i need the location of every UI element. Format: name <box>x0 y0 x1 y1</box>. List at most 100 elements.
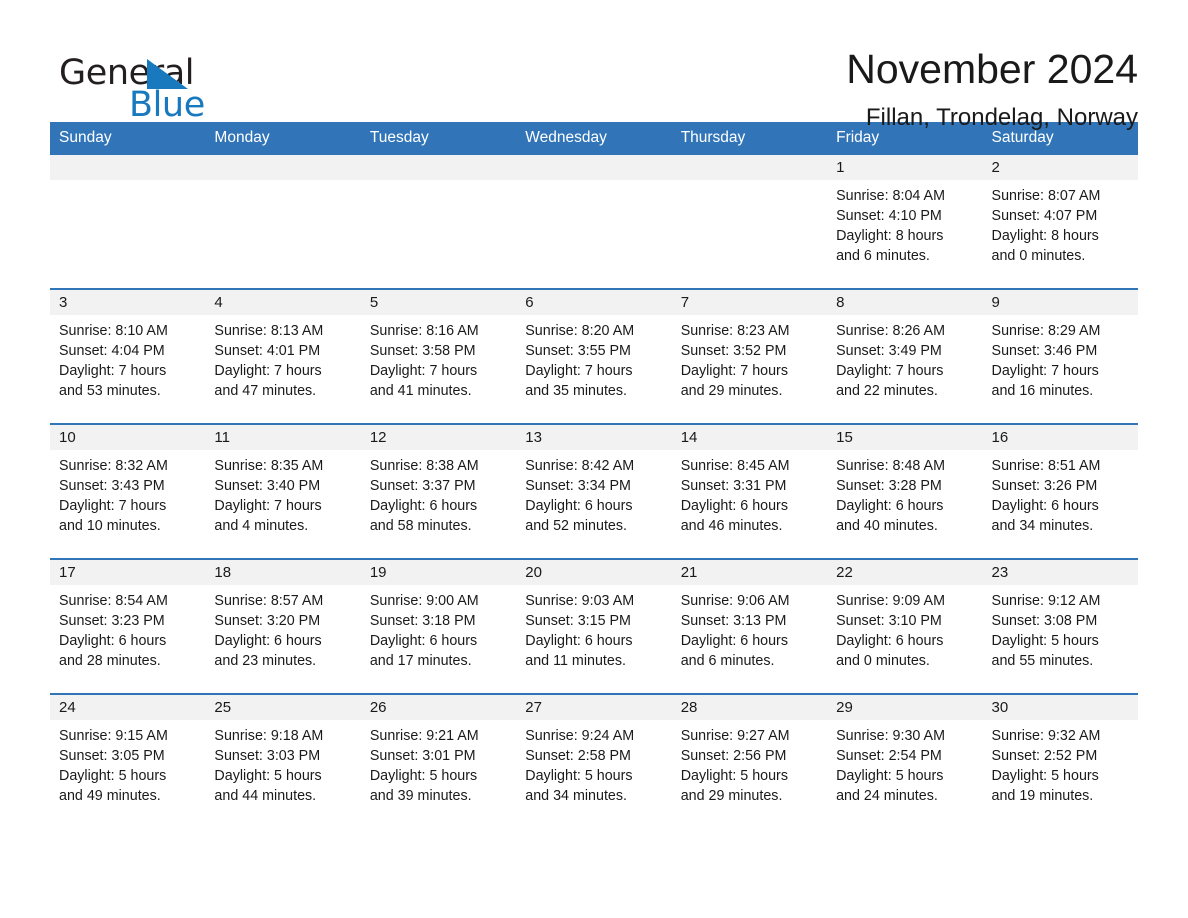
day-cell-content: 23 Sunrise: 9:12 AM Sunset: 3:08 PM Dayligh… <box>982 560 1138 693</box>
sunset-time: Sunset: 4:04 PM <box>59 343 165 359</box>
daylight-duration-line1: Daylight: 7 hours <box>369 363 478 379</box>
calendar-day-cell[interactable]: 25 Sunrise: 9:18 AM Sunset: 3:03 PM Dayligh… <box>205 693 361 828</box>
daylight-duration-line1: Daylight: 7 hours <box>991 363 1099 379</box>
sunset-time: Sunset: 3:08 PM <box>991 613 1098 629</box>
day-sun-info: Sunrise: 9:18 AM Sunset: 3:03 PM Daylight:… <box>205 720 360 806</box>
day-sun-info: Sunrise: 8:16 AM Sunset: 3:58 PM Daylight:… <box>361 315 516 401</box>
calendar-day-cell[interactable]: 4 Sunrise: 8:13 AM Sunset: 4:01 PM Daylight… <box>205 288 361 424</box>
calendar-day-cell[interactable]: 18 Sunrise: 8:57 AM Sunset: 3:20 PM Dayligh… <box>205 558 361 694</box>
calendar-day-cell[interactable]: 14 Sunrise: 8:45 AM Sunset: 3:31 PM Dayligh… <box>671 423 828 559</box>
sunset-time: Sunset: 3:37 PM <box>369 478 476 494</box>
daylight-duration-line1: Daylight: 5 hours <box>991 633 1099 649</box>
daylight-duration-line2: and 46 minutes. <box>680 518 783 534</box>
sunrise-time: Sunrise: 8:26 AM <box>836 323 945 339</box>
calendar-day-cell <box>671 155 828 289</box>
calendar-day-cell[interactable]: 28 Sunrise: 9:27 AM Sunset: 2:56 PM Dayligh… <box>671 693 828 828</box>
page-title: November 2024 <box>846 46 1138 92</box>
day-sun-info: Sunrise: 8:26 AM Sunset: 3:49 PM Daylight:… <box>827 315 982 401</box>
calendar-day-cell[interactable]: 23 Sunrise: 9:12 AM Sunset: 3:08 PM Dayligh… <box>982 558 1138 694</box>
calendar-day-cell[interactable]: 30 Sunrise: 9:32 AM Sunset: 2:52 PM Dayligh… <box>982 693 1138 828</box>
day-cell-content: 3 Sunrise: 8:10 AM Sunset: 4:04 PM Daylight… <box>50 290 206 423</box>
sunset-time: Sunset: 2:58 PM <box>525 748 631 764</box>
calendar-day-cell[interactable]: 17 Sunrise: 8:54 AM Sunset: 3:23 PM Dayligh… <box>50 558 206 694</box>
day-sun-info: Sunrise: 8:04 AM Sunset: 4:10 PM Daylight:… <box>827 180 982 266</box>
day-sun-info: Sunrise: 8:13 AM Sunset: 4:01 PM Daylight:… <box>205 315 360 401</box>
sunrise-time: Sunrise: 9:06 AM <box>680 593 790 609</box>
calendar-day-cell[interactable]: 27 Sunrise: 9:24 AM Sunset: 2:58 PM Dayligh… <box>516 693 672 828</box>
calendar-day-cell[interactable]: 11 Sunrise: 8:35 AM Sunset: 3:40 PM Dayligh… <box>205 423 361 559</box>
day-number: 7 <box>671 290 828 315</box>
calendar-day-cell[interactable]: 2 Sunrise: 8:07 AM Sunset: 4:07 PM Daylight… <box>982 155 1138 289</box>
sunset-time: Sunset: 3:13 PM <box>680 613 787 629</box>
daylight-duration-line1: Daylight: 6 hours <box>214 633 322 649</box>
calendar-day-cell[interactable]: 21 Sunrise: 9:06 AM Sunset: 3:13 PM Dayligh… <box>671 558 828 694</box>
calendar-day-cell[interactable]: 10 Sunrise: 8:32 AM Sunset: 3:43 PM Dayligh… <box>50 423 206 559</box>
sunrise-time: Sunrise: 8:04 AM <box>836 188 945 204</box>
day-cell-content <box>671 155 828 288</box>
calendar-day-cell[interactable]: 3 Sunrise: 8:10 AM Sunset: 4:04 PM Daylight… <box>50 288 206 424</box>
calendar-day-cell[interactable]: 20 Sunrise: 9:03 AM Sunset: 3:15 PM Dayligh… <box>516 558 672 694</box>
sunrise-time: Sunrise: 9:32 AM <box>991 728 1101 744</box>
calendar-day-cell[interactable]: 13 Sunrise: 8:42 AM Sunset: 3:34 PM Dayligh… <box>516 423 672 559</box>
calendar-day-cell[interactable]: 7 Sunrise: 8:23 AM Sunset: 3:52 PM Daylight… <box>671 288 828 424</box>
day-sun-info: Sunrise: 9:27 AM Sunset: 2:56 PM Daylight:… <box>672 720 827 806</box>
daylight-duration-line1: Daylight: 6 hours <box>525 498 633 514</box>
sunset-time: Sunset: 3:52 PM <box>680 343 787 359</box>
sunrise-time: Sunrise: 9:09 AM <box>836 593 945 609</box>
day-number: 24 <box>50 695 206 720</box>
sunrise-sunset-calendar: Sunday Monday Tuesday Wednesday Thursday… <box>50 122 1138 828</box>
day-sun-info: Sunrise: 9:00 AM Sunset: 3:18 PM Daylight:… <box>361 585 516 671</box>
calendar-day-cell[interactable]: 6 Sunrise: 8:20 AM Sunset: 3:55 PM Daylight… <box>516 288 672 424</box>
day-cell-content: 10 Sunrise: 8:32 AM Sunset: 3:43 PM Dayligh… <box>50 425 206 558</box>
day-number: 11 <box>205 425 361 450</box>
calendar-day-cell[interactable]: 16 Sunrise: 8:51 AM Sunset: 3:26 PM Dayligh… <box>982 423 1138 559</box>
calendar-day-cell[interactable]: 5 Sunrise: 8:16 AM Sunset: 3:58 PM Daylight… <box>360 288 517 424</box>
generalblue-logo[interactable]: General Blue <box>50 46 250 126</box>
sunrise-time: Sunrise: 8:20 AM <box>525 323 635 339</box>
day-cell-content: 4 Sunrise: 8:13 AM Sunset: 4:01 PM Daylight… <box>205 290 361 423</box>
calendar-day-cell[interactable]: 24 Sunrise: 9:15 AM Sunset: 3:05 PM Dayligh… <box>50 693 206 828</box>
calendar-day-cell[interactable]: 9 Sunrise: 8:29 AM Sunset: 3:46 PM Daylight… <box>982 288 1138 424</box>
day-number: 18 <box>205 560 361 585</box>
calendar-day-cell[interactable]: 22 Sunrise: 9:09 AM Sunset: 3:10 PM Dayligh… <box>827 558 983 694</box>
day-number: 27 <box>516 695 672 720</box>
day-sun-info: Sunrise: 8:45 AM Sunset: 3:31 PM Daylight:… <box>672 450 827 536</box>
day-number: 13 <box>516 425 672 450</box>
day-number: 25 <box>205 695 361 720</box>
daylight-duration-line1: Daylight: 8 hours <box>836 228 944 244</box>
sunrise-time: Sunrise: 8:51 AM <box>991 458 1101 474</box>
day-cell-content: 6 Sunrise: 8:20 AM Sunset: 3:55 PM Daylight… <box>516 290 672 423</box>
calendar-day-cell <box>360 155 517 289</box>
daylight-duration-line2: and 6 minutes. <box>680 653 775 669</box>
sunset-time: Sunset: 3:05 PM <box>59 748 165 764</box>
calendar-week-row: 10 Sunrise: 8:32 AM Sunset: 3:43 PM Dayligh… <box>50 423 1138 559</box>
calendar-day-cell[interactable]: 1 Sunrise: 8:04 AM Sunset: 4:10 PM Daylight… <box>827 155 983 289</box>
calendar-day-cell[interactable]: 19 Sunrise: 9:00 AM Sunset: 3:18 PM Dayligh… <box>360 558 517 694</box>
daylight-duration-line1: Daylight: 6 hours <box>369 633 478 649</box>
daylight-duration-line1: Daylight: 6 hours <box>836 498 944 514</box>
daylight-duration-line2: and 52 minutes. <box>525 518 627 534</box>
day-sun-info: Sunrise: 9:12 AM Sunset: 3:08 PM Daylight:… <box>983 585 1138 671</box>
calendar-day-cell[interactable]: 12 Sunrise: 8:38 AM Sunset: 3:37 PM Dayligh… <box>360 423 517 559</box>
daylight-duration-line1: Daylight: 6 hours <box>991 498 1099 514</box>
calendar-day-cell[interactable]: 15 Sunrise: 8:48 AM Sunset: 3:28 PM Dayligh… <box>827 423 983 559</box>
day-number: 29 <box>827 695 983 720</box>
sunset-time: Sunset: 3:34 PM <box>525 478 631 494</box>
daylight-duration-line2: and 29 minutes. <box>680 383 783 399</box>
day-sun-info: Sunrise: 8:23 AM Sunset: 3:52 PM Daylight:… <box>672 315 827 401</box>
sunset-time: Sunset: 3:01 PM <box>369 748 476 764</box>
day-sun-info: Sunrise: 8:54 AM Sunset: 3:23 PM Daylight:… <box>50 585 205 671</box>
day-sun-info: Sunrise: 8:29 AM Sunset: 3:46 PM Daylight:… <box>983 315 1138 401</box>
daylight-duration-line2: and 0 minutes. <box>836 653 930 669</box>
daylight-duration-line1: Daylight: 6 hours <box>680 498 788 514</box>
day-cell-content: 16 Sunrise: 8:51 AM Sunset: 3:26 PM Dayligh… <box>982 425 1138 558</box>
daylight-duration-line1: Daylight: 7 hours <box>525 363 633 379</box>
day-cell-content: 1 Sunrise: 8:04 AM Sunset: 4:10 PM Daylight… <box>827 155 983 288</box>
calendar-day-cell[interactable]: 26 Sunrise: 9:21 AM Sunset: 3:01 PM Dayligh… <box>360 693 517 828</box>
calendar-day-cell[interactable]: 8 Sunrise: 8:26 AM Sunset: 3:49 PM Daylight… <box>827 288 983 424</box>
day-sun-info: Sunrise: 9:06 AM Sunset: 3:13 PM Daylight:… <box>672 585 827 671</box>
calendar-day-cell[interactable]: 29 Sunrise: 9:30 AM Sunset: 2:54 PM Dayligh… <box>827 693 983 828</box>
calendar-day-cell <box>205 155 361 289</box>
day-sun-info: Sunrise: 8:48 AM Sunset: 3:28 PM Daylight:… <box>827 450 982 536</box>
sunset-time: Sunset: 3:18 PM <box>369 613 476 629</box>
